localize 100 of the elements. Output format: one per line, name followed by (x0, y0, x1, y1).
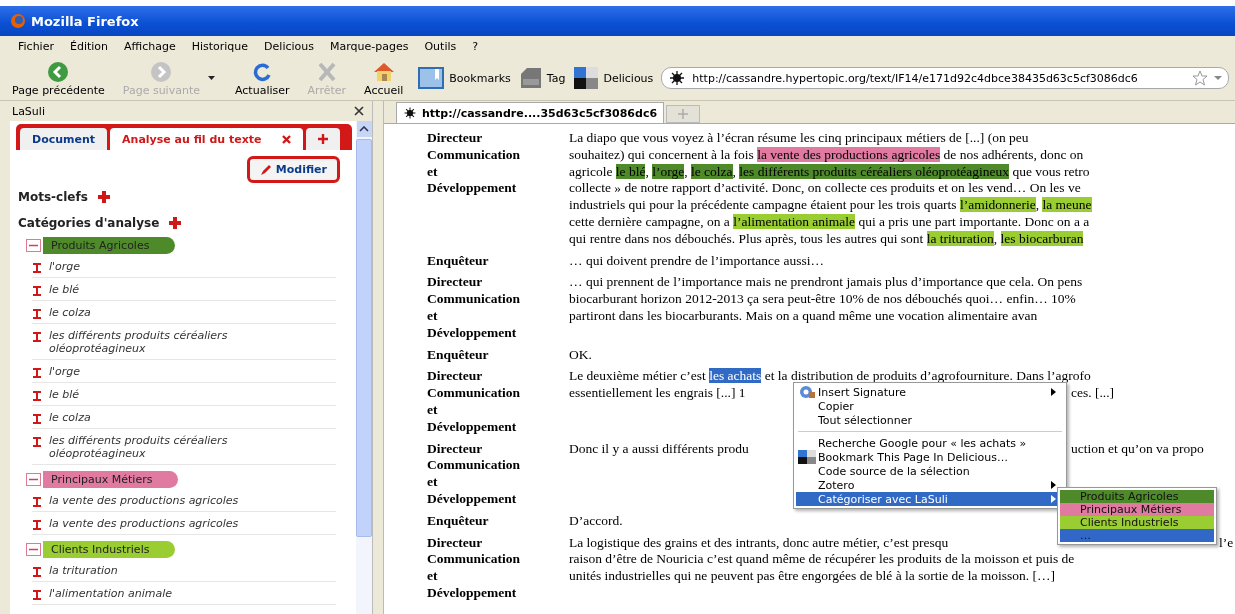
menu-item[interactable]: Produits Agricoles (1060, 490, 1214, 503)
text-marker-icon[interactable] (33, 309, 41, 319)
menu-item[interactable]: Recherche Google pour « les achats » (796, 436, 1064, 450)
speaker-name: Directeur Communication et Développement (427, 440, 521, 508)
menu-item[interactable]: Marque-pages (324, 39, 415, 53)
text-marker-icon[interactable] (33, 567, 41, 577)
menu-item[interactable]: Clients Industriels (1060, 516, 1214, 529)
toolbar-button[interactable]: Actualiser (231, 59, 294, 97)
bookmark-link[interactable]: Tag (546, 71, 566, 85)
fragment-link[interactable]: l'orge (49, 260, 81, 273)
speaker-name: Enquêteur (427, 346, 490, 364)
menu-item[interactable]: Delicious (258, 39, 320, 53)
text-marker-icon[interactable] (33, 368, 41, 378)
menu-item[interactable]: Historique (185, 39, 255, 53)
text-line: unités industrielles qui ne peuvent pas être engorgées de blé à la sortie de la moisson. […] (569, 568, 1055, 584)
fragment-link[interactable]: le colza (49, 411, 91, 424)
bookmark-icon[interactable] (417, 66, 446, 90)
address-field[interactable]: http://cassandre.hypertopic.org/text/IF14/e171d92c4dbce38435d63c5cf3086dc6 (661, 67, 1229, 89)
text-line: agricole le blé, l’orge, le colza, les différents produits céréaliers oléoprotéagineux que vous retro (569, 163, 1090, 179)
menu-item[interactable]: Principaux Métiers (1060, 503, 1214, 516)
menu-item[interactable]: Outils (418, 39, 463, 53)
delicious-icon (798, 450, 816, 464)
text-marker-icon[interactable] (33, 332, 41, 342)
menu-item[interactable]: Code source de la sélection (796, 464, 1064, 478)
text-line: OK. (569, 346, 592, 362)
tag-icon[interactable] (518, 66, 543, 90)
text-marker-icon[interactable] (33, 414, 41, 424)
text-line: Le deuxième métier c’est les achats et la distribution de produits d’agrofourniture. Dans l’agrofo (569, 368, 1091, 384)
text-marker-icon[interactable] (33, 391, 41, 401)
close-icon[interactable] (354, 106, 364, 116)
fragment-link[interactable]: le blé (49, 388, 80, 401)
menu-item[interactable]: … (1060, 529, 1214, 542)
add-tab-button[interactable] (305, 128, 340, 150)
dropdown-caret-icon[interactable] (208, 76, 215, 80)
add-icon[interactable] (169, 217, 182, 229)
bookmark-link[interactable]: Bookmarks (449, 71, 511, 85)
add-icon[interactable] (97, 191, 110, 203)
fragment-link[interactable]: la vente des productions agricoles (49, 494, 239, 507)
close-icon[interactable] (281, 134, 291, 144)
scrollbar[interactable] (356, 121, 372, 614)
text-line: biocarburant horizon 2012-2013 ça sera peut-être 10% de nos débouchés quoi… enfin… 10% (569, 291, 1076, 307)
delicious-icon[interactable] (573, 66, 600, 90)
text-line: souhaitez) qui concernent à la fois la vente des productions agricoles de nos adhérents, donc on (569, 146, 1084, 162)
menu-item[interactable]: Affichage (118, 39, 182, 53)
text-marker-icon[interactable] (33, 590, 41, 600)
fragment-link[interactable]: les différents produits céréaliers oléoprotéagineux (49, 329, 269, 355)
toolbar-button[interactable]: Accueil (360, 59, 408, 97)
text-marker-icon[interactable] (33, 263, 41, 273)
speaker-name: Directeur Communication et Développement (427, 274, 521, 342)
menu-item[interactable]: Bookmark This Page In Delicious… (796, 450, 1064, 464)
text-line: collecte » de notre rapport d’activité. Donc, on collecte ces produits et on les vend… On les ve (569, 180, 1081, 196)
menu-item[interactable]: Copier (796, 399, 1064, 413)
fragment-link[interactable]: la trituration (49, 564, 118, 577)
category-tag[interactable]: Principaux Métiers (43, 470, 179, 488)
plus-icon (678, 109, 689, 119)
collapse-toggle-icon[interactable] (26, 238, 41, 252)
fragment-link[interactable]: les différents produits céréaliers oléoprotéagineux (49, 434, 269, 460)
text-line: industriels qui pour la précédente campagne étaient pour les trois quarts l’amidonnerie, la meune (569, 197, 1092, 213)
sidebar-title: LaSuli (12, 104, 45, 118)
tab[interactable]: Document (20, 128, 108, 150)
star-icon[interactable] (1192, 70, 1208, 86)
tab[interactable]: Analyse au fil du texte (110, 128, 303, 150)
menu-item[interactable]: Tout sélectionner (796, 413, 1064, 427)
site-icon (668, 70, 687, 86)
menu-item[interactable]: Édition (63, 39, 114, 53)
collapse-toggle-icon[interactable] (26, 542, 41, 556)
signature-icon (799, 385, 815, 399)
text-line: partiront dans les biocarburants. Mais on a quand même une vocation alimentaire avan (569, 307, 1038, 323)
edit-button[interactable]: Modifier (246, 156, 340, 183)
fragment-link[interactable]: la vente des productions agricoles (49, 517, 239, 530)
browser-tab[interactable]: http://cassandre....35d63c5cf3086dc6 (396, 102, 665, 123)
text-marker-icon[interactable] (33, 437, 41, 447)
text-line: uction et qu’on va propo (1071, 440, 1204, 458)
bookmark-link[interactable]: Delicious (603, 71, 654, 85)
section-heading: Mots-clefs (18, 190, 88, 204)
text-line: cette dernière campagne, on a l’alimentation animale qui a pris une part importante. Donc on a a (569, 214, 1090, 229)
speaker-name: Directeur Communication et Développement (427, 368, 521, 436)
menu-item[interactable]: Insert Signature (796, 385, 1064, 399)
text-marker-icon[interactable] (33, 286, 41, 296)
text-line: … qui prennent de l’importance mais ne prendront jamais plus d’importance que cela. On pens (569, 274, 1083, 290)
text-line: D’accord. (569, 512, 623, 528)
text-marker-icon[interactable] (33, 497, 41, 507)
text-line: La diapo que vous voyez à l’écran résume les cinq principaux métiers de [...] (on peu (569, 130, 1029, 145)
menu-item[interactable]: ? (466, 39, 485, 53)
text-line: essentiellement les engrais [...] 1 (569, 385, 746, 401)
fragment-link[interactable]: l'alimentation animale (49, 587, 173, 600)
fragment-link[interactable]: l'orge (49, 365, 81, 378)
text-line: qui rentre dans nos débouchés. Plus après, tous les autres qui sont la trituration, les biocarburan (569, 230, 1084, 246)
text-marker-icon[interactable] (33, 520, 41, 530)
collapse-toggle-icon[interactable] (26, 472, 41, 486)
submenu-arrow-icon (1051, 388, 1056, 396)
speaker-name: Directeur Communication et Développement (427, 130, 521, 198)
menu-item[interactable]: Fichier (12, 39, 60, 53)
fragment-link[interactable]: le colza (49, 306, 91, 319)
menu-item[interactable]: Zotero (796, 478, 1064, 492)
toolbar-button[interactable]: Page précédente (8, 59, 109, 97)
category-tag[interactable]: Clients Industriels (43, 540, 176, 558)
scroll-up-icon[interactable] (359, 126, 369, 132)
fragment-link[interactable]: le blé (49, 283, 80, 296)
category-tag[interactable]: Produits Agricoles (43, 236, 176, 254)
